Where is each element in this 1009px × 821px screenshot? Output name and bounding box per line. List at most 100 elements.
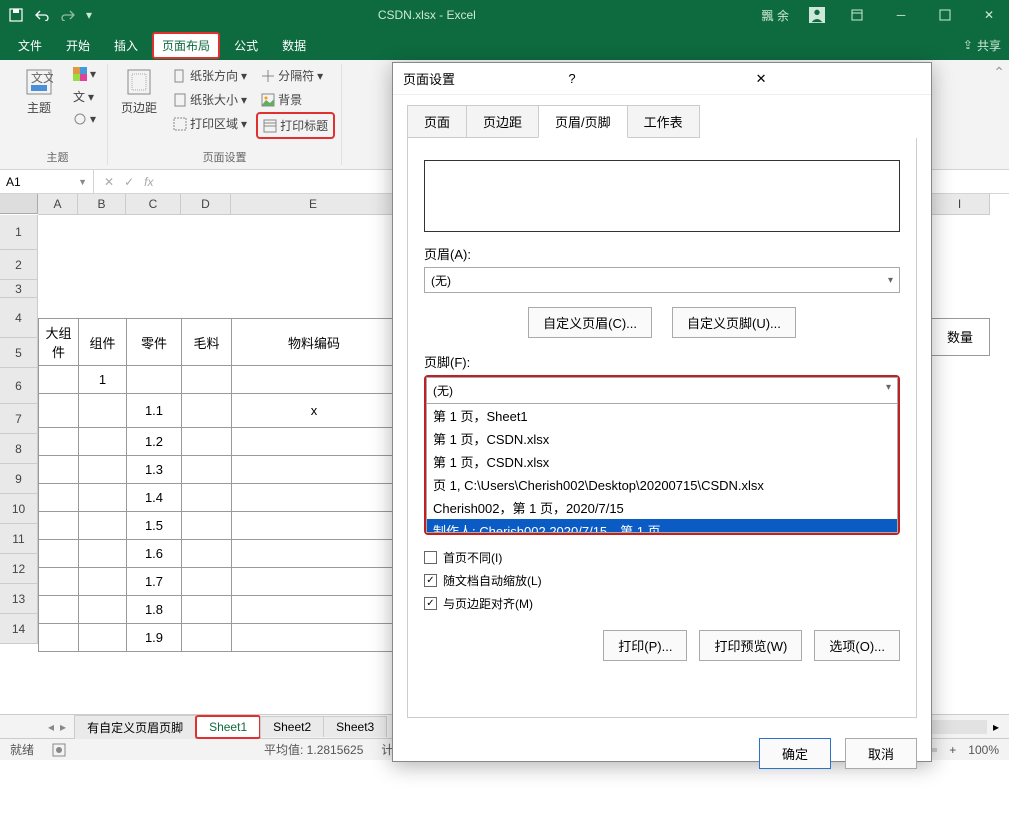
background-icon [261,93,275,107]
name-box[interactable]: A1▼ [0,170,94,193]
macro-record-icon[interactable] [52,743,66,757]
background-button[interactable]: 背景 [256,88,335,111]
row-header[interactable]: 5 [0,338,38,368]
row-header[interactable]: 3 [0,280,38,298]
checkbox-icon [424,551,437,564]
redo-icon[interactable] [60,7,76,23]
menu-data[interactable]: 数据 [272,31,316,60]
menu-home[interactable]: 开始 [56,31,100,60]
cell[interactable]: 1.1 [127,394,182,428]
cancel-formula-icon[interactable]: ✕ [104,175,114,189]
footer-option[interactable]: 第 1 页，CSDN.xlsx [427,450,897,473]
row-header[interactable]: 12 [0,554,38,584]
margins-button[interactable]: 页边距 [114,64,164,120]
menu-bar: 文件 开始 插入 页面布局 公式 数据 ⇪共享 [0,30,1009,60]
sheet-tab[interactable]: Sheet3 [323,716,387,737]
cell[interactable]: 1.5 [127,512,182,540]
user-avatar-icon[interactable] [809,7,825,23]
cancel-button[interactable]: 取消 [845,738,917,769]
footer-option[interactable]: Cherish002，第 1 页，2020/7/15 [427,496,897,519]
header-combo[interactable]: (无)▾ [424,267,900,293]
footer-option-selected[interactable]: 制作人: Cherish002 2020/7/15，第 1 页 [427,519,897,533]
print-titles-button[interactable]: 打印标题 [256,112,335,139]
custom-footer-button[interactable]: 自定义页脚(U)... [672,307,796,338]
breaks-button[interactable]: 分隔符 ▾ [256,64,335,87]
scale-with-doc-checkbox[interactable]: ✓随文档自动缩放(L) [424,572,900,589]
menu-formulas[interactable]: 公式 [224,31,268,60]
row-header[interactable]: 9 [0,464,38,494]
fx-icon[interactable]: fx [144,175,153,189]
zoom-in-icon[interactable]: + [949,743,956,757]
col-header[interactable]: C [126,194,181,215]
dialog-tab-page[interactable]: 页面 [407,105,467,138]
row-header[interactable]: 11 [0,524,38,554]
footer-combo[interactable]: (无)▾ [426,377,898,403]
minimize-icon[interactable]: ─ [889,3,913,27]
col-header[interactable]: D [181,194,231,215]
footer-option[interactable]: 第 1 页，CSDN.xlsx [427,427,897,450]
row-header[interactable]: 14 [0,614,38,644]
print-area-button[interactable]: 打印区域 ▾ [168,112,252,135]
col-header[interactable]: I [930,194,990,215]
orientation-button[interactable]: 纸张方向 ▾ [168,64,252,87]
zoom-level[interactable]: 100% [968,743,999,757]
footer-option[interactable]: 页 1, C:\Users\Cherish002\Desktop\2020071… [427,473,897,496]
sheet-tab[interactable]: Sheet2 [260,716,324,737]
cell[interactable]: x [232,394,397,428]
collapse-ribbon-icon[interactable]: ⌃ [993,64,1005,81]
dialog-close-icon[interactable]: ✕ [752,67,921,91]
row-header[interactable]: 7 [0,404,38,434]
cell[interactable]: 1.7 [127,568,182,596]
row-header[interactable]: 2 [0,250,38,280]
cell[interactable]: 1.6 [127,540,182,568]
menu-file[interactable]: 文件 [8,31,52,60]
menu-page-layout[interactable]: 页面布局 [152,32,220,59]
maximize-icon[interactable] [933,3,957,27]
align-margins-checkbox[interactable]: ✓与页边距对齐(M) [424,595,900,612]
tab-nav-next-icon[interactable]: ▸ [60,720,66,734]
dialog-help-icon[interactable]: ? [564,67,733,90]
cell[interactable]: 1.8 [127,596,182,624]
fonts-button[interactable]: 文▾ [68,85,101,108]
row-header[interactable]: 8 [0,434,38,464]
cell[interactable]: 1.2 [127,428,182,456]
sheet-tab-active[interactable]: Sheet1 [195,715,261,739]
ok-button[interactable]: 确定 [759,738,831,769]
save-icon[interactable] [8,7,24,23]
colors-button[interactable]: ▾ [68,64,101,84]
footer-option[interactable]: 第 1 页，Sheet1 [427,404,897,427]
row-header[interactable]: 10 [0,494,38,524]
options-button[interactable]: 选项(O)... [814,630,900,661]
cell[interactable]: 1 [79,366,127,394]
select-all-triangle[interactable] [0,194,38,214]
themes-button[interactable]: 文文 主题 [14,64,64,120]
cell[interactable]: 1.9 [127,624,182,652]
row-header[interactable]: 4 [0,298,38,338]
diff-first-page-checkbox[interactable]: 首页不同(I) [424,549,900,566]
col-header[interactable]: B [78,194,126,215]
cell[interactable]: 1.4 [127,484,182,512]
effects-button[interactable]: ▾ [68,109,101,129]
col-header[interactable]: A [38,194,78,215]
share-button[interactable]: ⇪共享 [963,37,1001,54]
hscroll-right-icon[interactable]: ▸ [993,720,999,734]
close-icon[interactable]: ✕ [977,3,1001,27]
dialog-tab-sheet[interactable]: 工作表 [627,105,700,138]
print-preview-button[interactable]: 打印预览(W) [699,630,802,661]
row-header[interactable]: 13 [0,584,38,614]
undo-icon[interactable] [34,7,50,23]
row-header[interactable]: 1 [0,215,38,250]
col-header[interactable]: E [231,194,396,215]
size-button[interactable]: 纸张大小 ▾ [168,88,252,111]
ribbon-display-icon[interactable] [845,3,869,27]
dialog-tab-margins[interactable]: 页边距 [466,105,539,138]
dialog-tab-header-footer[interactable]: 页眉/页脚 [538,105,628,138]
enter-formula-icon[interactable]: ✓ [124,175,134,189]
menu-insert[interactable]: 插入 [104,31,148,60]
row-header[interactable]: 6 [0,368,38,404]
cell[interactable]: 1.3 [127,456,182,484]
sheet-tab[interactable]: 有自定义页眉页脚 [74,715,196,739]
custom-header-button[interactable]: 自定义页眉(C)... [528,307,652,338]
print-button[interactable]: 打印(P)... [603,630,687,661]
tab-nav-prev-icon[interactable]: ◂ [48,720,54,734]
